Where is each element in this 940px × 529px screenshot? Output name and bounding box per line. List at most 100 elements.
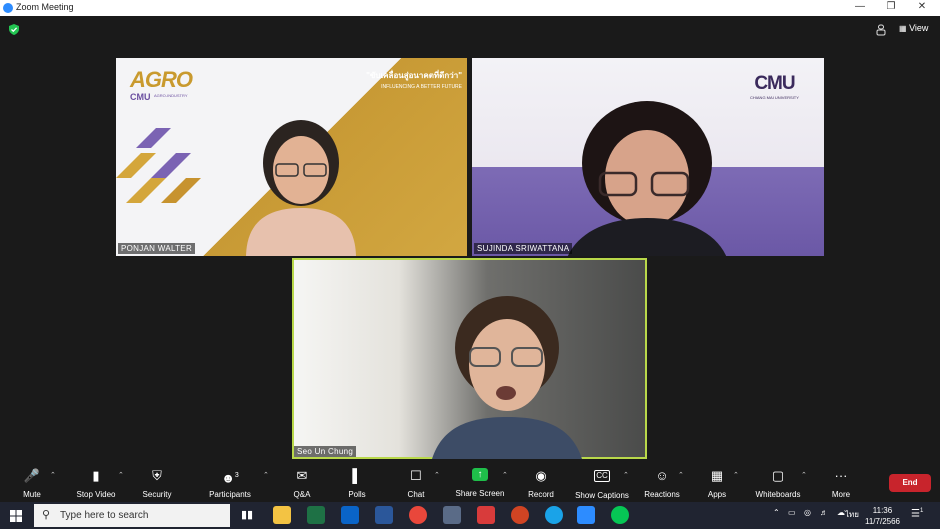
- chat-options-chevron-icon[interactable]: ⌃: [434, 471, 440, 479]
- share-screen-button[interactable]: ↑ Share Screen: [454, 462, 506, 502]
- taskbar-clock[interactable]: 11:36 11/7/2566: [865, 505, 900, 527]
- participants-options-chevron-icon[interactable]: ⌃: [263, 471, 269, 479]
- restore-icon[interactable]: ❐: [882, 1, 900, 12]
- share-options-chevron-icon[interactable]: ⌃: [502, 471, 508, 479]
- excel-icon[interactable]: [307, 506, 325, 524]
- shield-icon[interactable]: [9, 24, 19, 35]
- apps-button[interactable]: ▦ Apps: [700, 462, 734, 502]
- reactions-button[interactable]: ☺ Reactions: [641, 462, 683, 502]
- slogan-thai: "ขับเคลื่อนสู่อนาคตที่ดีกว่า": [366, 71, 462, 80]
- participants-label: Participants: [209, 490, 251, 499]
- captions-options-chevron-icon[interactable]: ⌃: [623, 471, 629, 479]
- word-icon[interactable]: [375, 506, 393, 524]
- more-button[interactable]: ··· More: [825, 462, 857, 502]
- gift-app-icon[interactable]: [477, 506, 495, 524]
- agro-logo: AGRO CMU AGRO-INDUSTRY: [130, 67, 193, 102]
- notification-icon[interactable]: ☰1: [911, 508, 923, 519]
- cmu-text: CMU: [130, 92, 151, 102]
- clock-date: 11/7/2566: [865, 517, 900, 526]
- input-language[interactable]: ไทย: [845, 508, 859, 521]
- decor-stripes: [116, 128, 201, 203]
- slogan-english: INFLUENCING A BETTER FUTURE: [381, 84, 462, 90]
- close-icon[interactable]: ✕: [913, 1, 931, 12]
- microphone-icon: 🎤: [23, 468, 41, 483]
- clock-time: 11:36: [872, 506, 893, 515]
- onedrive-icon[interactable]: ☁: [837, 508, 845, 517]
- whiteboards-button[interactable]: ▢ Whiteboards: [752, 462, 804, 502]
- notification-count: 1: [919, 508, 924, 514]
- windows-start-icon[interactable]: [10, 510, 22, 522]
- teams-icon[interactable]: [443, 506, 461, 524]
- participant-ponjan: [246, 120, 356, 256]
- polls-label: Polls: [348, 490, 366, 499]
- participant-name: Seo Un Chung: [294, 446, 357, 457]
- video-tile-ponjan[interactable]: AGRO CMU AGRO-INDUSTRY "ขับเคลื่อนสู่อนา…: [116, 58, 467, 256]
- minimize-icon[interactable]: —: [851, 1, 869, 12]
- grid-icon: ▦: [899, 24, 907, 33]
- mute-options-chevron-icon[interactable]: ⌃: [50, 471, 56, 479]
- mail-icon[interactable]: [341, 506, 359, 524]
- show-captions-label: Show Captions: [575, 491, 629, 500]
- apps-label: Apps: [707, 490, 727, 499]
- participant-sujinda: [567, 101, 727, 256]
- meeting-toolbar: 🎤 Mute ⌃ ▮ Stop Video ⌃ ⛨ Security ☻3 Pa…: [0, 462, 940, 502]
- task-view-icon[interactable]: ▮▮: [238, 506, 256, 524]
- mute-button[interactable]: 🎤 Mute: [14, 462, 50, 502]
- cmu-logo-text: CMU: [754, 73, 795, 94]
- reactions-options-chevron-icon[interactable]: ⌃: [678, 471, 684, 479]
- chat-button[interactable]: ☐ Chat: [399, 462, 433, 502]
- cmu-logo: CMU CHIANG MAI UNIVERSITY: [750, 73, 799, 100]
- polls-button[interactable]: ▌ Polls: [340, 462, 374, 502]
- slogan: "ขับเคลื่อนสู่อนาคตที่ดีกว่า" INFLUENCIN…: [352, 69, 462, 90]
- search-icon: ⚲: [42, 509, 51, 521]
- video-tile-seo-un-chung[interactable]: Seo Un Chung: [292, 258, 647, 459]
- edge-icon[interactable]: [545, 506, 563, 524]
- share-screen-label: Share Screen: [455, 489, 505, 498]
- view-label: View: [909, 23, 929, 33]
- agro-industry-text: AGRO-INDUSTRY: [154, 93, 188, 98]
- network-icon[interactable]: ◎: [804, 508, 811, 517]
- participants-icon: ☻3: [221, 470, 239, 486]
- share-screen-icon: ↑: [472, 468, 488, 481]
- tray-chevron-icon[interactable]: ⌃: [773, 508, 780, 517]
- whiteboards-label: Whiteboards: [755, 490, 801, 499]
- user-icon[interactable]: [876, 24, 886, 36]
- title-bar: Zoom Meeting — ❐ ✕: [0, 0, 940, 16]
- qa-button[interactable]: ✉ Q&A: [285, 462, 319, 502]
- security-button[interactable]: ⛨ Security: [138, 462, 176, 502]
- line-app-icon[interactable]: [611, 506, 629, 524]
- apps-options-chevron-icon[interactable]: ⌃: [733, 471, 739, 479]
- volume-icon[interactable]: ♬: [820, 508, 828, 517]
- windows-taskbar: ⚲ Type here to search ▮▮ ⌃ ▭ ◎ ♬ ☁ ไทย 1…: [0, 502, 940, 529]
- security-shield-icon: ⛨: [152, 468, 162, 483]
- stop-video-button[interactable]: ▮ Stop Video: [71, 462, 121, 502]
- view-button[interactable]: ▦ View: [899, 23, 928, 33]
- record-icon: ◉: [535, 468, 547, 483]
- participant-name: SUJINDA SRIWATTANA: [474, 243, 573, 254]
- whiteboards-options-chevron-icon[interactable]: ⌃: [801, 471, 807, 479]
- window-title: Zoom Meeting: [16, 2, 74, 12]
- captions-icon: CC: [594, 470, 610, 482]
- record-button[interactable]: ◉ Record: [522, 462, 560, 502]
- zoom-logo-icon: [3, 3, 13, 13]
- chat-icon: ☐: [410, 468, 422, 483]
- end-meeting-button[interactable]: End: [889, 474, 931, 492]
- participants-button[interactable]: ☻3 Participants: [203, 462, 257, 502]
- powerpoint-icon[interactable]: [511, 506, 529, 524]
- reactions-label: Reactions: [644, 490, 680, 499]
- qa-label: Q&A: [293, 490, 311, 499]
- chrome-icon[interactable]: [409, 506, 427, 524]
- polls-icon: ▌: [352, 468, 362, 483]
- file-explorer-icon[interactable]: [273, 506, 291, 524]
- more-icon: ···: [834, 468, 848, 483]
- video-options-chevron-icon[interactable]: ⌃: [118, 471, 124, 479]
- apps-icon: ▦: [710, 468, 724, 483]
- participant-seo-un-chung: [432, 296, 582, 459]
- video-tile-sujinda[interactable]: CMU CHIANG MAI UNIVERSITY SUJINDA SRIWAT…: [472, 58, 824, 256]
- show-captions-button[interactable]: CC Show Captions: [571, 462, 633, 502]
- battery-icon[interactable]: ▭: [788, 508, 796, 517]
- taskbar-search-box[interactable]: ⚲ Type here to search: [34, 504, 230, 527]
- more-label: More: [831, 490, 851, 499]
- security-label: Security: [142, 490, 172, 499]
- zoom-taskbar-icon[interactable]: [577, 506, 595, 524]
